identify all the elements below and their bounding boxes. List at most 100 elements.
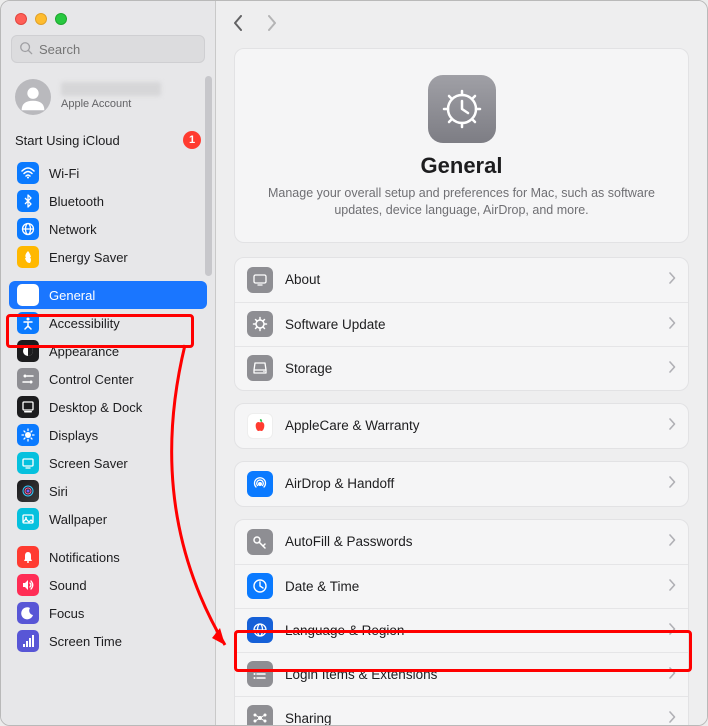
- sidebar-item-label: Desktop & Dock: [49, 400, 142, 415]
- sidebar-item-appear[interactable]: Appearance: [9, 337, 207, 365]
- sidebar-item-st[interactable]: Screen Time: [9, 627, 207, 655]
- sidebar-item-general[interactable]: General: [9, 281, 207, 309]
- access-icon: [17, 312, 39, 334]
- minimize-button[interactable]: [35, 13, 47, 25]
- sidebar-item-cc[interactable]: Control Center: [9, 365, 207, 393]
- row-disk[interactable]: Storage: [235, 346, 688, 390]
- chevron-right-icon: [668, 418, 676, 433]
- forward-button[interactable]: [264, 14, 280, 35]
- close-button[interactable]: [15, 13, 27, 25]
- chevron-right-icon: [668, 667, 676, 682]
- wifi-icon: [17, 162, 39, 184]
- chevron-right-icon: [668, 534, 676, 549]
- search-icon: [19, 41, 33, 58]
- gear-icon: [247, 311, 273, 337]
- sidebar-item-notif[interactable]: Notifications: [9, 543, 207, 571]
- chevron-right-icon: [668, 317, 676, 332]
- sidebar-item-energy[interactable]: Energy Saver: [9, 243, 207, 271]
- cc-icon: [17, 368, 39, 390]
- settings-pane: AirDrop & Handoff: [234, 461, 689, 507]
- icloud-label: Start Using iCloud: [15, 133, 120, 148]
- page-desc: Manage your overall setup and preference…: [263, 185, 660, 220]
- sidebar-item-dock[interactable]: Desktop & Dock: [9, 393, 207, 421]
- chevron-right-icon: [668, 579, 676, 594]
- sidebar-item-label: Sound: [49, 578, 87, 593]
- chevron-right-icon: [668, 623, 676, 638]
- row-list[interactable]: Login Items & Extensions: [235, 652, 688, 696]
- back-button[interactable]: [230, 14, 246, 35]
- airdrop-icon: [247, 471, 273, 497]
- account-row[interactable]: Apple Account: [1, 73, 215, 125]
- icloud-prompt[interactable]: Start Using iCloud 1: [1, 125, 215, 159]
- globe-icon: [247, 617, 273, 643]
- sidebar-item-label: Notifications: [49, 550, 120, 565]
- sidebar-item-sound[interactable]: Sound: [9, 571, 207, 599]
- account-sub: Apple Account: [61, 98, 161, 111]
- row-label: Storage: [285, 361, 668, 376]
- sidebar-item-label: Siri: [49, 484, 68, 499]
- search-field[interactable]: [11, 35, 205, 63]
- wall-icon: [17, 508, 39, 530]
- sidebar-item-access[interactable]: Accessibility: [9, 309, 207, 337]
- sidebar-item-wall[interactable]: Wallpaper: [9, 505, 207, 533]
- sidebar-item-siri[interactable]: Siri: [9, 477, 207, 505]
- sidebar-list: Wi-Fi Bluetooth Network Energy Saver General…: [1, 159, 215, 675]
- avatar: [15, 79, 51, 115]
- mac-icon: [247, 267, 273, 293]
- apple-icon: [247, 413, 273, 439]
- hero: General Manage your overall setup and pr…: [234, 48, 689, 243]
- siri-icon: [17, 480, 39, 502]
- hero-icon: [428, 75, 496, 143]
- sidebar-item-wifi[interactable]: Wi-Fi: [9, 159, 207, 187]
- row-label: Sharing: [285, 711, 668, 725]
- chevron-right-icon: [668, 711, 676, 725]
- row-mac[interactable]: About: [235, 258, 688, 302]
- sidebar-item-label: Network: [49, 222, 97, 237]
- sidebar-item-ss[interactable]: Screen Saver: [9, 449, 207, 477]
- disp-icon: [17, 424, 39, 446]
- chevron-right-icon: [668, 361, 676, 376]
- sidebar-item-bt[interactable]: Bluetooth: [9, 187, 207, 215]
- row-airdrop[interactable]: AirDrop & Handoff: [235, 462, 688, 506]
- row-globe[interactable]: Language & Region: [235, 608, 688, 652]
- sound-icon: [17, 574, 39, 596]
- appear-icon: [17, 340, 39, 362]
- dock-icon: [17, 396, 39, 418]
- general-icon: [17, 284, 39, 306]
- sidebar-item-label: Screen Time: [49, 634, 122, 649]
- row-clock[interactable]: Date & Time: [235, 564, 688, 608]
- row-label: Software Update: [285, 317, 668, 332]
- main-panel: General Manage your overall setup and pr…: [216, 1, 707, 725]
- settings-pane: AppleCare & Warranty: [234, 403, 689, 449]
- sidebar-item-net[interactable]: Network: [9, 215, 207, 243]
- sidebar-item-label: Displays: [49, 428, 98, 443]
- row-label: AirDrop & Handoff: [285, 476, 668, 491]
- row-label: Date & Time: [285, 579, 668, 594]
- key-icon: [247, 529, 273, 555]
- row-key[interactable]: AutoFill & Passwords: [235, 520, 688, 564]
- maximize-button[interactable]: [55, 13, 67, 25]
- sidebar-item-disp[interactable]: Displays: [9, 421, 207, 449]
- settings-window: Apple Account Start Using iCloud 1 Wi-Fi…: [0, 0, 708, 726]
- list-icon: [247, 661, 273, 687]
- disk-icon: [247, 355, 273, 381]
- chevron-right-icon: [668, 476, 676, 491]
- sidebar-item-label: Control Center: [49, 372, 134, 387]
- focus-icon: [17, 602, 39, 624]
- sidebar-item-label: Energy Saver: [49, 250, 128, 265]
- row-gear[interactable]: Software Update: [235, 302, 688, 346]
- sidebar-item-label: Bluetooth: [49, 194, 104, 209]
- sidebar-scrollbar[interactable]: [205, 76, 212, 276]
- content: General Manage your overall setup and pr…: [216, 48, 707, 725]
- search-input[interactable]: [33, 42, 197, 57]
- window-controls: [1, 1, 215, 35]
- account-text: Apple Account: [61, 82, 161, 111]
- row-label: About: [285, 272, 668, 287]
- sidebar-item-label: Accessibility: [49, 316, 120, 331]
- notif-icon: [17, 546, 39, 568]
- row-apple[interactable]: AppleCare & Warranty: [235, 404, 688, 448]
- sidebar-item-label: Wallpaper: [49, 512, 107, 527]
- sidebar-item-focus[interactable]: Focus: [9, 599, 207, 627]
- row-share[interactable]: Sharing: [235, 696, 688, 725]
- bt-icon: [17, 190, 39, 212]
